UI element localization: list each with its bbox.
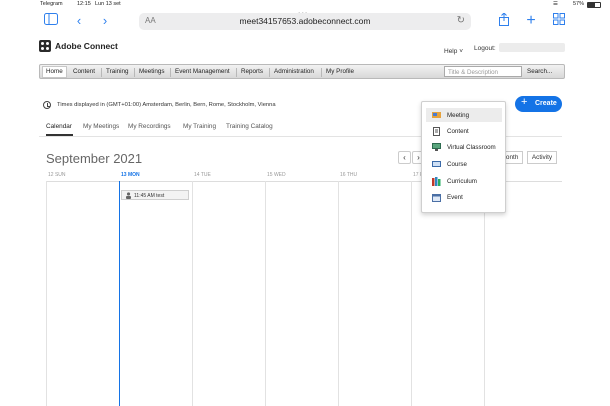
tab-training-catalog[interactable]: Training Catalog xyxy=(226,123,273,130)
nav-item-training[interactable]: Training xyxy=(106,68,129,75)
today-column-line xyxy=(119,181,120,406)
reload-icon[interactable]: ↻ xyxy=(457,15,465,26)
day-header-today: 13 MON xyxy=(121,172,140,178)
status-time: 12:15 xyxy=(77,1,91,7)
menu-item-content[interactable]: Content xyxy=(426,124,502,138)
nav-item-content[interactable]: Content xyxy=(73,68,95,75)
create-label: Create xyxy=(535,100,557,107)
menu-item-curriculum[interactable]: Curriculum xyxy=(426,174,502,188)
activity-view-button[interactable]: Activity xyxy=(527,151,557,164)
curriculum-icon xyxy=(432,177,441,186)
column-divider xyxy=(411,181,412,406)
plus-icon: + xyxy=(521,96,528,108)
day-header: 15 WED xyxy=(267,172,286,178)
menu-item-course[interactable]: Course xyxy=(426,157,502,171)
search-button[interactable]: Search... xyxy=(527,68,552,75)
nav-divider xyxy=(269,68,270,77)
tab-my-recordings[interactable]: My Recordings xyxy=(128,123,171,130)
menu-item-label: Course xyxy=(447,160,467,168)
url-text: meet34157653.adobeconnect.com xyxy=(239,16,371,26)
timezone-text: Times displayed in (GMT+01:00) Amsterdam… xyxy=(57,102,276,108)
day-header: 16 THU xyxy=(340,172,358,178)
nav-item-meetings[interactable]: Meetings xyxy=(139,68,165,75)
virtual-classroom-icon xyxy=(432,143,441,151)
share-icon[interactable] xyxy=(496,12,512,29)
adobe-connect-logo-icon xyxy=(39,40,51,52)
column-divider xyxy=(192,181,193,406)
menu-item-label: Event xyxy=(447,193,463,201)
create-button[interactable]: + Create xyxy=(515,96,562,112)
event-icon xyxy=(432,193,441,202)
back-icon[interactable]: ‹ xyxy=(71,13,87,29)
nav-divider xyxy=(170,68,171,77)
battery-level: 57% xyxy=(573,1,585,7)
event-title: 11:45 AM test xyxy=(134,192,165,199)
menu-item-meeting[interactable]: Meeting xyxy=(426,108,502,122)
create-menu: Meeting Content Virtual Classroom Course… xyxy=(421,101,506,213)
logout-link[interactable]: Logout: xyxy=(474,45,496,52)
main-nav: Home Content Training Meetings Event Man… xyxy=(39,64,565,79)
app-name: Adobe Connect xyxy=(55,41,118,51)
menu-item-label: Virtual Classroom xyxy=(447,143,496,151)
nav-divider xyxy=(321,68,322,77)
chevron-left-icon: ‹ xyxy=(403,153,406,162)
nav-item-administration[interactable]: Administration xyxy=(274,68,314,75)
help-label: Help xyxy=(444,48,458,55)
battery-icon xyxy=(587,2,601,8)
tab-my-training[interactable]: My Training xyxy=(183,123,216,130)
calendar-event[interactable]: 11:45 AM test xyxy=(121,190,189,200)
column-divider xyxy=(338,181,339,406)
day-header: 14 TUE xyxy=(194,172,211,178)
tabs-overview-icon[interactable] xyxy=(551,13,567,29)
nav-divider xyxy=(134,68,135,77)
column-divider xyxy=(484,181,485,406)
forward-icon[interactable]: › xyxy=(97,13,113,29)
tab-calendar[interactable]: Calendar xyxy=(46,123,72,130)
nav-item-reports[interactable]: Reports xyxy=(241,68,263,75)
meeting-icon xyxy=(125,192,131,199)
column-divider xyxy=(46,181,47,406)
browser-toolbar: ••• ‹ › AA meet34157653.adobeconnect.com… xyxy=(0,9,610,35)
menu-item-label: Content xyxy=(447,127,469,135)
content-icon xyxy=(432,127,441,136)
menu-item-label: Meeting xyxy=(447,111,470,119)
month-title: September 2021 xyxy=(46,151,143,166)
meeting-icon xyxy=(432,111,441,119)
help-menu[interactable]: Help ˅ xyxy=(444,48,463,55)
course-icon xyxy=(432,160,441,168)
tab-my-meetings[interactable]: My Meetings xyxy=(83,123,119,130)
menu-item-label: Curriculum xyxy=(447,177,477,185)
chevron-right-icon: › xyxy=(417,153,420,162)
chevron-down-icon: ˅ xyxy=(459,48,463,55)
menu-item-virtual-classroom[interactable]: Virtual Classroom xyxy=(426,140,502,154)
prev-week-button[interactable]: ‹ xyxy=(398,151,411,164)
nav-item-event-management[interactable]: Event Management xyxy=(175,68,230,75)
back-to-app[interactable]: Telegram xyxy=(40,1,63,7)
day-header: 12 SUN xyxy=(48,172,66,178)
menu-item-event[interactable]: Event xyxy=(426,190,502,204)
column-divider xyxy=(265,181,266,406)
nav-divider xyxy=(101,68,102,77)
clock-icon xyxy=(43,101,51,109)
new-tab-icon[interactable]: + xyxy=(523,13,539,29)
user-name-redacted xyxy=(499,43,565,52)
nav-item-my-profile[interactable]: My Profile xyxy=(326,68,354,75)
nav-divider xyxy=(236,68,237,77)
search-input[interactable]: Title & Description xyxy=(444,66,522,77)
status-bar: Telegram 12:15 Lun 13 set ☰ 57% xyxy=(0,0,610,9)
status-date: Lun 13 set xyxy=(95,1,121,7)
sidebar-icon[interactable] xyxy=(43,13,59,29)
wifi-icon: ☰ xyxy=(553,1,558,7)
nav-item-home[interactable]: Home xyxy=(46,68,63,75)
url-bar[interactable]: AA meet34157653.adobeconnect.com ↻ xyxy=(139,13,471,30)
